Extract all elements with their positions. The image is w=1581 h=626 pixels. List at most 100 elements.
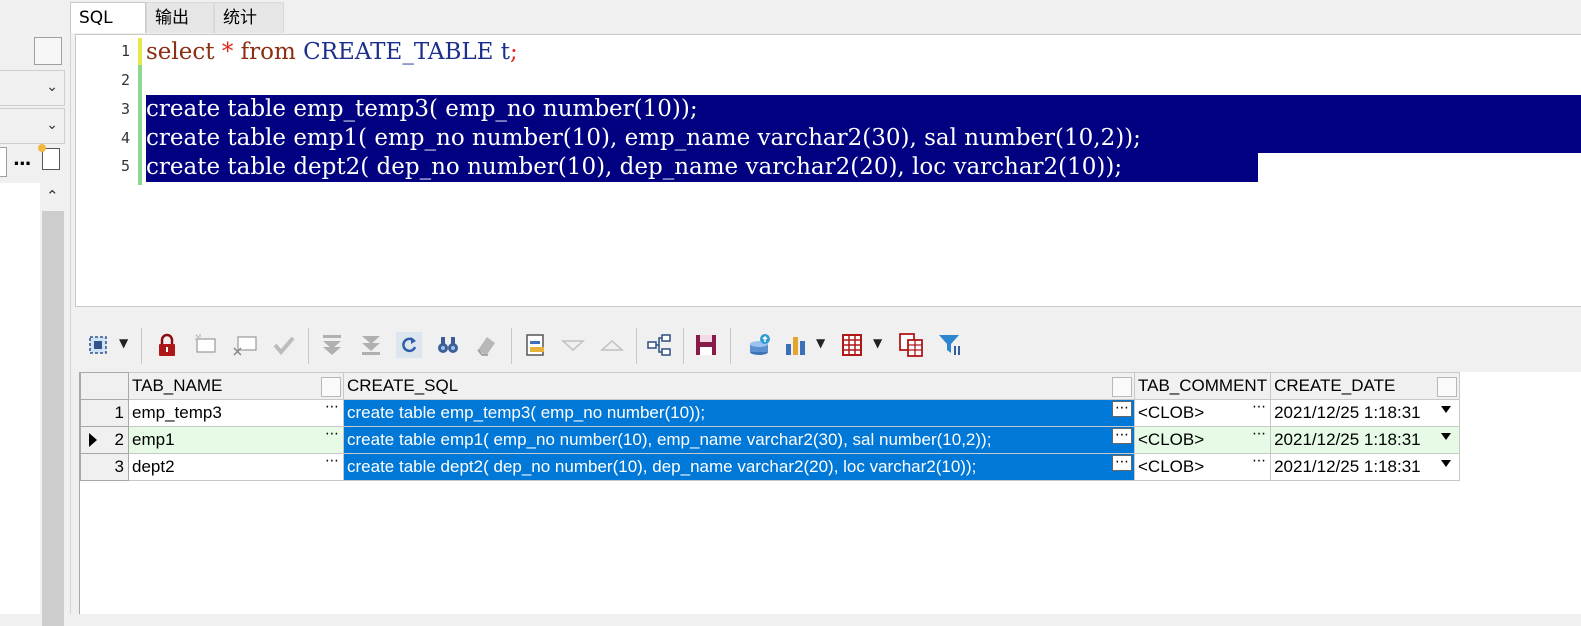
code-line-1[interactable]: select * from CREATE_TABLE t; — [146, 38, 518, 67]
cell-create-sql[interactable]: create table dept2( dep_no number(10), d… — [343, 453, 1135, 481]
column-header-label: TAB_COMMENT — [1138, 376, 1268, 395]
previous-icon[interactable] — [599, 332, 625, 358]
tab-statistics[interactable]: 统计 — [214, 2, 284, 33]
post-changes-icon[interactable] — [271, 332, 297, 358]
chevron-down-icon[interactable]: ▼ — [816, 336, 825, 350]
line-number: 4 — [120, 129, 130, 147]
query-builder-icon[interactable] — [646, 332, 672, 358]
first-record-icon[interactable] — [319, 332, 345, 358]
cell-text: <CLOB> — [1138, 457, 1205, 476]
cell-create-date[interactable]: 2021/12/25 1:18:31 — [1270, 453, 1461, 481]
cell-tab-comment[interactable]: <CLOB> ⋯ — [1133, 399, 1272, 427]
result-grid[interactable]: TAB_NAME CREATE_SQL TAB_COMMENT CREATE_D… — [79, 372, 1581, 614]
cell-tab-comment[interactable]: <CLOB> ⋯ — [1133, 453, 1272, 481]
cell-edit-ellipsis-button[interactable]: ⋯ — [1112, 455, 1132, 471]
line-number: 2 — [120, 71, 130, 89]
cell-edit-ellipsis-button[interactable]: ⋯ — [323, 401, 341, 415]
cell-create-date[interactable]: 2021/12/25 1:18:31 — [1270, 399, 1461, 427]
object-type-dropdown[interactable]: ⌄ — [0, 108, 65, 144]
column-header-create-sql[interactable]: CREATE_SQL — [343, 372, 1135, 400]
column-header-tab-comment[interactable]: TAB_COMMENT — [1133, 372, 1272, 400]
sql-editor[interactable]: 1 2 3 4 5 select * from CREATE_TABLE t; … — [75, 34, 1581, 308]
column-filter-button[interactable] — [1437, 377, 1458, 397]
table-row[interactable]: 1 emp_temp3 ⋯ create table emp_temp3( emp… — [80, 399, 1461, 427]
panel-option-checkbox[interactable] — [34, 37, 62, 65]
row-header-corner[interactable] — [80, 372, 129, 400]
chart-icon[interactable] — [783, 332, 809, 358]
row-header[interactable]: 1 — [80, 399, 129, 427]
record-compare-icon[interactable] — [898, 332, 924, 358]
last-record-icon[interactable] — [358, 332, 384, 358]
date-dropdown-icon[interactable] — [1441, 406, 1452, 413]
table-row[interactable]: 3 dept2 ⋯ create table dept2( dep_no numb… — [80, 453, 1461, 481]
result-grid-toolbar: ▼ ▼ ▼ — [75, 322, 1581, 372]
code-line-4[interactable]: create table emp1( emp_no number(10), em… — [146, 124, 1141, 153]
cell-create-sql[interactable]: create table emp_temp3( emp_no number(10… — [343, 399, 1135, 427]
delete-record-icon[interactable] — [232, 332, 258, 358]
toolbar-separator — [636, 328, 637, 364]
editor-results-splitter[interactable] — [75, 306, 1581, 317]
object-browser-panel: ⌄ ⌄ ... ⌃ — [0, 0, 71, 626]
clear-icon[interactable] — [474, 332, 500, 358]
chevron-down-icon[interactable]: ▼ — [873, 336, 882, 350]
toolbar-separator — [683, 328, 684, 364]
cell-create-sql[interactable]: create table emp1( emp_no number(10), em… — [343, 426, 1135, 454]
object-filter-input[interactable] — [0, 147, 7, 177]
tab-output[interactable]: 输出 — [146, 2, 214, 33]
code-line-3[interactable]: create table emp_temp3( emp_no number(10… — [146, 95, 698, 124]
date-dropdown-icon[interactable] — [1441, 433, 1452, 440]
row-number: 1 — [114, 403, 124, 422]
object-list[interactable] — [0, 183, 41, 614]
save-icon[interactable] — [693, 332, 719, 358]
export-icon[interactable] — [747, 332, 773, 358]
table-row[interactable]: 2 emp1 ⋯ create table emp1( emp_no number… — [80, 426, 1461, 454]
select-columns-icon[interactable] — [85, 332, 111, 358]
new-file-icon[interactable] — [38, 144, 60, 170]
column-filter-button[interactable] — [1112, 377, 1132, 397]
identifier-table: CREATE_TABLE t — [303, 39, 511, 65]
row-number: 2 — [114, 430, 124, 449]
column-header-tab-name[interactable]: TAB_NAME — [128, 372, 344, 400]
scrollbar-thumb[interactable] — [42, 211, 64, 626]
cell-text: 2021/12/25 1:18:31 — [1274, 403, 1421, 422]
scroll-up-icon[interactable]: ⌃ — [46, 187, 59, 205]
row-header[interactable]: 3 — [80, 453, 129, 481]
connection-dropdown[interactable]: ⌄ — [0, 70, 65, 106]
filter-icon[interactable] — [937, 332, 963, 358]
next-icon[interactable] — [560, 332, 586, 358]
grid-view-icon[interactable] — [839, 332, 865, 358]
object-list-scrollbar[interactable]: ⌃ — [40, 183, 66, 626]
row-number: 3 — [114, 457, 124, 476]
tab-sql[interactable]: SQL — [70, 2, 146, 33]
cell-edit-ellipsis-button[interactable]: ⋯ — [1112, 401, 1132, 417]
column-filter-button[interactable] — [321, 377, 341, 397]
cell-tab-name[interactable]: emp_temp3 ⋯ — [128, 399, 344, 427]
date-dropdown-icon[interactable] — [1441, 460, 1452, 467]
code-line-5[interactable]: create table dept2( dep_no number(10), d… — [146, 153, 1122, 182]
row-header[interactable]: 2 — [80, 426, 129, 454]
cell-edit-ellipsis-button[interactable]: ⋯ — [1250, 428, 1268, 442]
cell-create-date[interactable]: 2021/12/25 1:18:31 — [1270, 426, 1461, 454]
cell-tab-comment[interactable]: <CLOB> ⋯ — [1133, 426, 1272, 454]
cell-tab-name[interactable]: emp1 ⋯ — [128, 426, 344, 454]
column-header-label: TAB_NAME — [132, 376, 223, 395]
lock-icon[interactable] — [154, 332, 180, 358]
cell-edit-ellipsis-button[interactable]: ⋯ — [1112, 428, 1132, 444]
cell-text: emp_temp3 — [132, 403, 222, 422]
refresh-icon[interactable] — [396, 332, 422, 358]
chevron-down-icon[interactable]: ▼ — [119, 336, 128, 350]
cell-edit-ellipsis-button[interactable]: ⋯ — [323, 428, 341, 442]
cell-edit-ellipsis-button[interactable]: ⋯ — [1250, 455, 1268, 469]
find-icon[interactable] — [435, 332, 461, 358]
cell-tab-name[interactable]: dept2 ⋯ — [128, 453, 344, 481]
cell-edit-ellipsis-button[interactable]: ⋯ — [1250, 401, 1268, 415]
cell-text: <CLOB> — [1138, 430, 1205, 449]
cell-edit-ellipsis-button[interactable]: ⋯ — [323, 455, 341, 469]
single-record-view-icon[interactable] — [523, 332, 549, 358]
operator-star: * — [221, 39, 234, 65]
cell-text: emp1 — [132, 430, 175, 449]
browse-ellipsis-button[interactable]: ... — [13, 149, 31, 170]
column-header-create-date[interactable]: CREATE_DATE — [1270, 372, 1461, 400]
cell-text: 2021/12/25 1:18:31 — [1274, 457, 1421, 476]
insert-record-icon[interactable] — [193, 332, 219, 358]
